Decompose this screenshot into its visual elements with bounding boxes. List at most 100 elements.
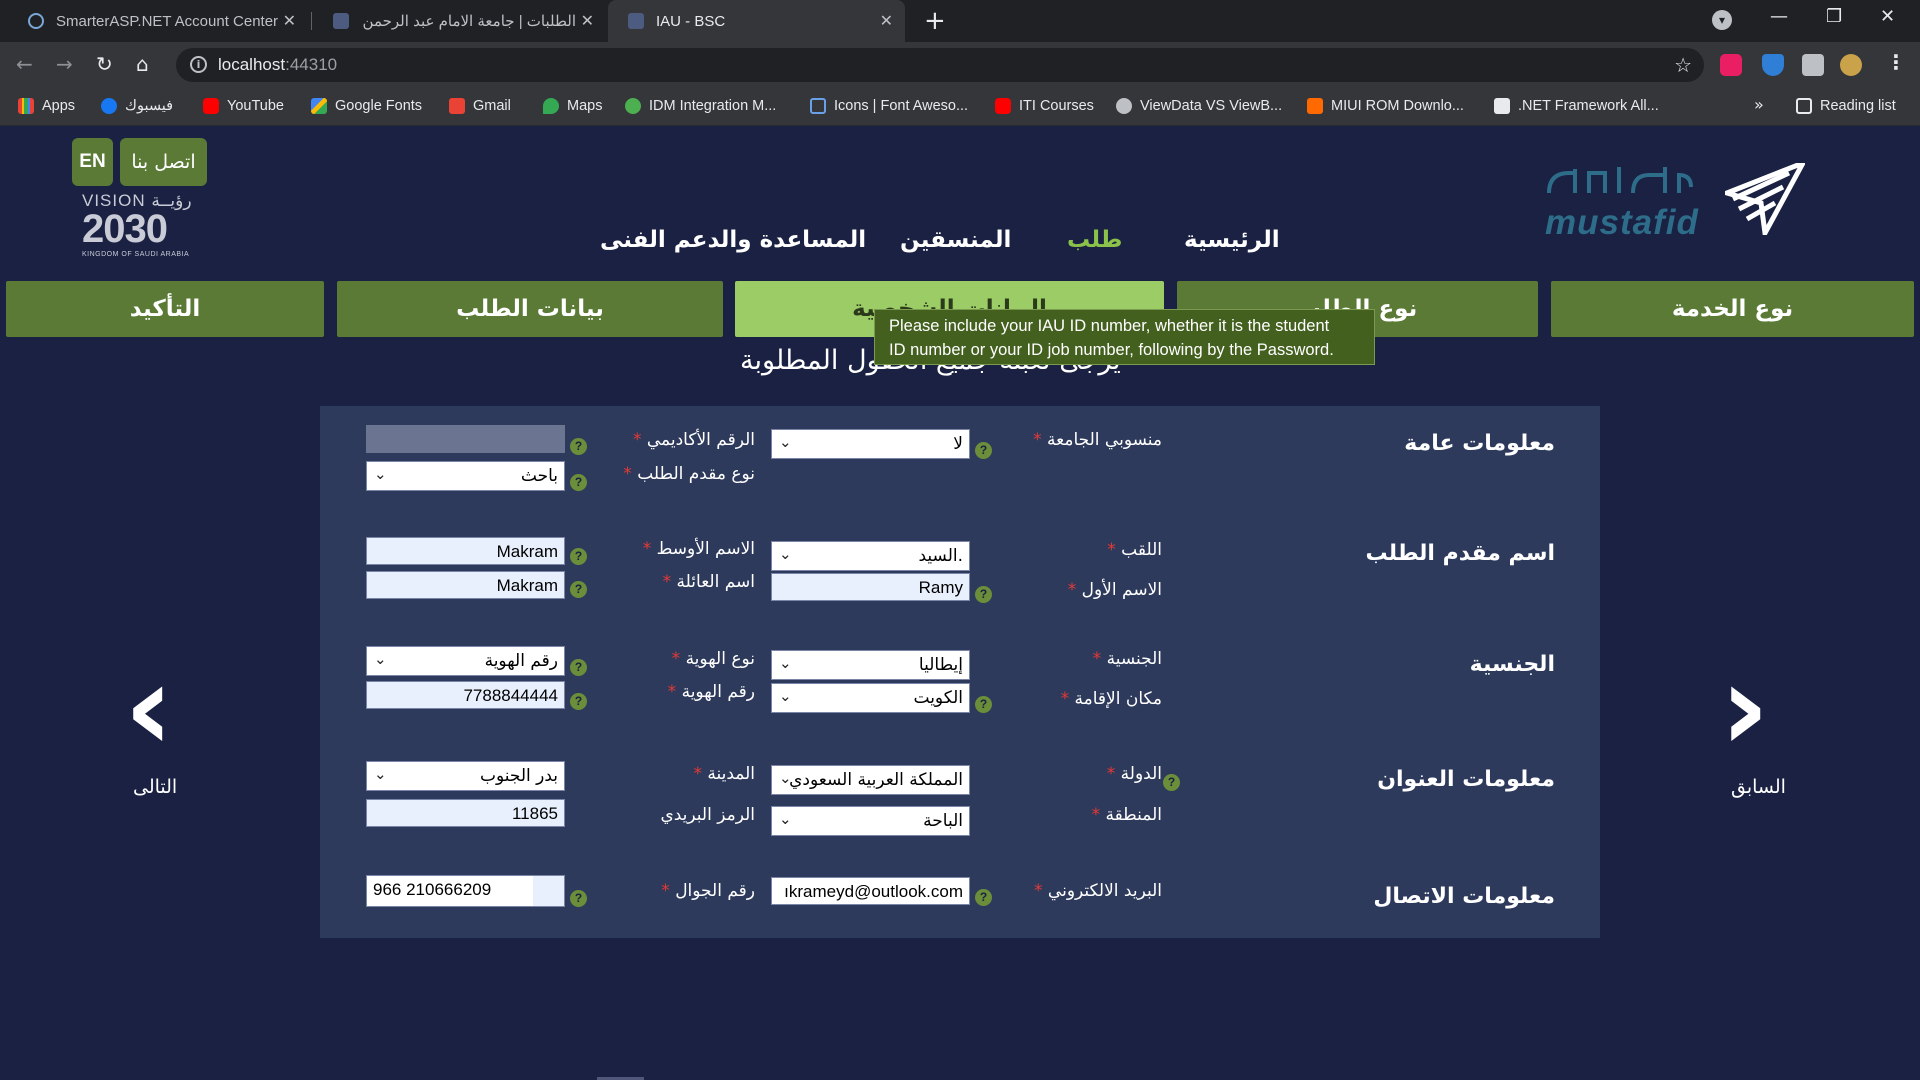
family-name-help-icon[interactable]: ? bbox=[570, 581, 587, 598]
city-select[interactable]: ⌄ بدر الجنوب bbox=[366, 761, 565, 791]
paper-plane-icon bbox=[1725, 163, 1805, 235]
bookmark-iti[interactable]: ITI Courses bbox=[995, 98, 1094, 114]
country-select[interactable]: ⌄ المملكة العربية السعودي bbox=[771, 765, 970, 795]
maximize-icon[interactable]: ❐ bbox=[1826, 6, 1842, 27]
mobile-input[interactable]: 966 210666209 bbox=[366, 875, 565, 907]
academic-number-help-icon[interactable]: ? bbox=[570, 438, 587, 455]
bookmark-gmail[interactable]: Gmail bbox=[449, 98, 511, 114]
first-name-help-icon[interactable]: ? bbox=[975, 586, 992, 603]
bookmark-maps[interactable]: Maps bbox=[543, 98, 602, 114]
forward-icon[interactable]: → bbox=[56, 52, 73, 76]
profile-avatar[interactable] bbox=[1840, 54, 1862, 76]
close-window-icon[interactable]: ✕ bbox=[1880, 6, 1895, 27]
country-label: * الدولة bbox=[1107, 764, 1162, 784]
address-help-icon[interactable]: ? bbox=[1163, 774, 1180, 791]
input-value: Makram bbox=[496, 576, 558, 595]
iau-favicon-icon bbox=[628, 13, 644, 29]
previous-label[interactable]: السابق bbox=[1731, 776, 1786, 798]
email-label: * البريد الالكتروني bbox=[1034, 881, 1162, 901]
nav-home[interactable]: الرئيسية bbox=[1184, 227, 1280, 253]
university-affiliate-select[interactable]: ⌄ لا bbox=[771, 429, 970, 459]
extensions-puzzle-icon[interactable] bbox=[1802, 54, 1824, 76]
nav-help-support[interactable]: المساعدة والدعم الفنى bbox=[600, 227, 866, 253]
first-name-input[interactable]: Ramy bbox=[771, 573, 970, 601]
select-value: الباحة bbox=[923, 811, 963, 831]
chevron-left-icon[interactable]: ‹ bbox=[124, 649, 173, 769]
label-text: رقم الجوال bbox=[675, 881, 755, 901]
id-number-input[interactable]: 7788844444 bbox=[366, 681, 565, 709]
mobile-help-icon[interactable]: ? bbox=[570, 890, 587, 907]
tab-search-icon[interactable]: ▾ bbox=[1712, 10, 1732, 30]
step-service-type[interactable]: نوع الخدمة bbox=[1551, 281, 1914, 337]
browser-menu-icon[interactable]: ⋮ bbox=[1886, 50, 1906, 74]
close-tab-icon[interactable]: ✕ bbox=[283, 11, 296, 31]
extension-camera-icon[interactable] bbox=[1720, 54, 1742, 76]
tab-smarterasp[interactable]: SmarterASP.NET Account Center ✕ bbox=[8, 0, 308, 42]
address-bar[interactable]: i localhost:44310 ☆ bbox=[176, 48, 1704, 82]
input-value: Makram bbox=[496, 542, 558, 561]
extension-shield-icon[interactable] bbox=[1762, 54, 1784, 76]
bookmark-apps[interactable]: Apps bbox=[18, 98, 75, 114]
new-tab-icon[interactable]: + bbox=[924, 6, 946, 36]
step-confirmation[interactable]: التأكيد bbox=[6, 281, 324, 337]
label-text: الجنسية bbox=[1106, 649, 1162, 669]
email-help-icon[interactable]: ? bbox=[975, 889, 992, 906]
input-value: ıkrameyd@outlook.com bbox=[784, 882, 963, 901]
next-label[interactable]: التالى bbox=[133, 776, 177, 798]
chevron-down-icon: ⌄ bbox=[779, 687, 792, 705]
middle-name-input[interactable]: Makram bbox=[366, 537, 565, 565]
select-value: باحث bbox=[520, 466, 558, 486]
tab-iau-requests[interactable]: الطلبات | جامعة الامام عبد الرحمن ✕ bbox=[313, 0, 606, 42]
minimize-icon[interactable]: — bbox=[1770, 6, 1788, 27]
region-select[interactable]: ⌄ الباحة bbox=[771, 806, 970, 836]
bookmark-youtube[interactable]: YouTube bbox=[203, 98, 284, 114]
title-select[interactable]: ⌄ السيد. bbox=[771, 541, 970, 571]
close-tab-icon[interactable]: ✕ bbox=[581, 11, 594, 31]
tab-iau-bsc[interactable]: IAU - BSC ✕ bbox=[608, 0, 905, 42]
apps-grid-icon bbox=[18, 98, 34, 114]
postal-code-input[interactable]: 11865 bbox=[366, 799, 565, 827]
viewdata-icon bbox=[1116, 98, 1132, 114]
id-type-select[interactable]: ⌄ رقم الهوية bbox=[366, 646, 565, 676]
required-marker: * bbox=[1107, 540, 1116, 560]
bookmark-dotnet[interactable]: .NET Framework All... bbox=[1494, 98, 1659, 114]
bookmark-label: Icons | Font Aweso... bbox=[834, 98, 969, 114]
academic-number-input[interactable] bbox=[366, 425, 565, 453]
language-button[interactable]: EN bbox=[72, 138, 113, 186]
applicant-type-help-icon[interactable]: ? bbox=[570, 474, 587, 491]
family-name-input[interactable]: Makram bbox=[366, 571, 565, 599]
chevron-down-icon: ⌄ bbox=[374, 765, 387, 783]
residence-help-icon[interactable]: ? bbox=[975, 696, 992, 713]
home-icon[interactable]: ⌂ bbox=[136, 52, 149, 76]
step-request-data[interactable]: بيانات الطلب bbox=[337, 281, 723, 337]
bookmark-font-awesome[interactable]: Icons | Font Aweso... bbox=[810, 98, 968, 114]
nationality-select[interactable]: ⌄ إيطاليا bbox=[771, 650, 970, 680]
mustafid-logo[interactable]: mustafid bbox=[1545, 163, 1815, 242]
email-input[interactable]: ıkrameyd@outlook.com bbox=[771, 877, 970, 905]
bookmarks-overflow-icon[interactable]: » bbox=[1754, 95, 1764, 114]
back-icon[interactable]: ← bbox=[16, 52, 33, 76]
reload-icon[interactable]: ↻ bbox=[96, 52, 113, 76]
close-tab-icon[interactable]: ✕ bbox=[880, 11, 893, 31]
id-type-help-icon[interactable]: ? bbox=[570, 659, 587, 676]
bookmark-viewdata[interactable]: ViewData VS ViewB... bbox=[1116, 98, 1282, 114]
contact-us-button[interactable]: اتصل بنا bbox=[120, 138, 207, 186]
bookmark-miui[interactable]: MIUI ROM Downlo... bbox=[1307, 98, 1464, 114]
bookmark-facebook[interactable]: فيسبوك bbox=[101, 98, 173, 114]
id-number-help-icon[interactable]: ? bbox=[570, 693, 587, 710]
id-type-label: * نوع الهوية bbox=[672, 649, 755, 669]
url-text: localhost:44310 bbox=[218, 55, 338, 74]
nav-request[interactable]: طلب bbox=[1067, 227, 1122, 253]
chevron-right-icon[interactable]: › bbox=[1720, 649, 1769, 769]
reading-list[interactable]: Reading list bbox=[1796, 98, 1896, 114]
select-value: السيد. bbox=[918, 546, 963, 566]
university-affiliate-help-icon[interactable]: ? bbox=[975, 442, 992, 459]
bookmark-idm[interactable]: IDM Integration M... bbox=[625, 98, 776, 114]
nav-coordinators[interactable]: المنسقين bbox=[900, 227, 1011, 253]
site-info-icon[interactable]: i bbox=[190, 56, 207, 73]
middle-name-help-icon[interactable]: ? bbox=[570, 548, 587, 565]
bookmark-google-fonts[interactable]: Google Fonts bbox=[311, 98, 422, 114]
residence-select[interactable]: ⌄ الكويت bbox=[771, 683, 970, 713]
bookmark-star-icon[interactable]: ☆ bbox=[1674, 53, 1692, 77]
applicant-type-select[interactable]: ⌄ باحث bbox=[366, 461, 565, 491]
